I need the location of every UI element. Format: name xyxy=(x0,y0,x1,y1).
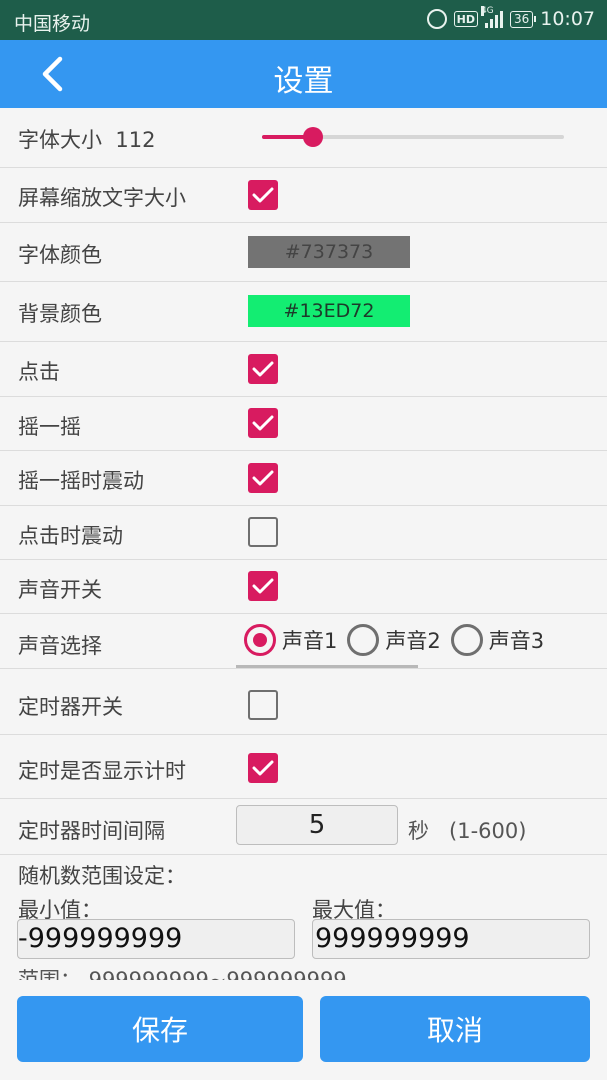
sound-select-label: 声音选择 xyxy=(18,634,102,658)
sound-switch-checkbox[interactable] xyxy=(248,571,278,601)
timer-show-label: 定时是否显示计时 xyxy=(18,759,186,783)
font-size-label-text: 字体大小 xyxy=(18,128,102,152)
network-type: 4G xyxy=(480,6,494,16)
battery-icon: 36 xyxy=(509,10,537,28)
radio-circle xyxy=(244,624,276,656)
random-range-label: 随机数范围设定： xyxy=(18,864,186,888)
check-icon xyxy=(252,470,274,486)
radio-circle xyxy=(347,624,380,656)
setting-row-click-vibrate: 点击时震动 xyxy=(0,506,607,560)
click-label: 点击 xyxy=(18,360,60,384)
timer-switch-label: 定时器开关 xyxy=(18,695,123,719)
sound-radio-3[interactable]: 声音3 xyxy=(450,624,545,656)
setting-row-font-size: 字体大小 112 xyxy=(0,108,607,168)
click-checkbox[interactable] xyxy=(248,354,278,384)
radio-focus-underline xyxy=(236,665,418,668)
slider-thumb[interactable] xyxy=(303,127,324,147)
font-size-slider[interactable] xyxy=(262,127,564,147)
sound-radio-group: 声音1 声音2 声音3 xyxy=(244,624,554,656)
setting-row-timer-interval: 定时器时间间隔 5 秒 (1-600) xyxy=(0,799,607,855)
setting-row-click: 点击 xyxy=(0,342,607,397)
sound-option-label: 声音3 xyxy=(488,629,545,653)
timer-interval-label: 定时器时间间隔 xyxy=(18,819,165,843)
settings-list[interactable]: 字体大小 112 屏幕缩放文字大小 字体颜色 #737373 背景颜色 #13E… xyxy=(0,108,607,980)
setting-row-screen-scale: 屏幕缩放文字大小 xyxy=(0,168,607,223)
max-value-input[interactable]: 999999999 xyxy=(312,919,590,959)
setting-row-shake: 摇一摇 xyxy=(0,397,607,451)
font-size-value: 112 xyxy=(115,128,156,152)
clock: 10:07 xyxy=(540,8,595,30)
setting-row-sound-select: 声音选择 声音1 声音2 声音3 xyxy=(0,614,607,669)
cancel-button[interactable]: 取消 xyxy=(320,996,590,1062)
status-bar: 中国移动 HD 4G 36 10:07 xyxy=(0,0,607,40)
save-button[interactable]: 保存 xyxy=(17,996,303,1062)
check-icon xyxy=(252,760,274,776)
radio-circle xyxy=(450,624,483,656)
shake-vibrate-label: 摇一摇时震动 xyxy=(18,469,144,493)
check-icon xyxy=(252,578,274,594)
sound-option-label: 声音1 xyxy=(282,629,338,653)
check-icon xyxy=(252,187,274,203)
sound-radio-1[interactable]: 声音1 xyxy=(244,624,337,656)
timer-interval-unit: 秒 (1-600) xyxy=(408,815,526,845)
signal-icon: 4G xyxy=(480,6,503,28)
sound-switch-label: 声音开关 xyxy=(18,578,102,602)
alarm-icon xyxy=(426,9,447,29)
status-icons: HD 4G 36 10:07 xyxy=(426,6,595,30)
timer-switch-checkbox[interactable] xyxy=(248,690,278,720)
sound-radio-2[interactable]: 声音2 xyxy=(347,624,441,656)
setting-row-font-color: 字体颜色 #737373 xyxy=(0,223,607,282)
bg-color-label: 背景颜色 xyxy=(18,302,102,326)
font-color-swatch[interactable]: #737373 xyxy=(248,236,410,268)
click-vibrate-checkbox[interactable] xyxy=(248,517,278,547)
font-size-label: 字体大小 112 xyxy=(18,124,155,154)
min-value-input[interactable]: -999999999 xyxy=(17,919,295,959)
carrier-name: 中国移动 xyxy=(14,13,91,35)
screen-scale-checkbox[interactable] xyxy=(248,180,278,210)
shake-vibrate-checkbox[interactable] xyxy=(248,463,278,493)
shake-checkbox[interactable] xyxy=(248,408,278,438)
timer-show-checkbox[interactable] xyxy=(248,753,278,783)
font-color-label: 字体颜色 xyxy=(18,243,102,267)
timer-interval-input[interactable]: 5 xyxy=(236,805,398,845)
sound-option-label: 声音2 xyxy=(385,629,441,653)
setting-row-timer-switch: 定时器开关 xyxy=(0,669,607,735)
app-toolbar: 设置 xyxy=(0,40,607,108)
click-vibrate-label: 点击时震动 xyxy=(18,524,123,548)
setting-row-timer-show: 定时是否显示计时 xyxy=(0,735,607,799)
setting-row-sound-switch: 声音开关 xyxy=(0,560,607,614)
screen-scale-label: 屏幕缩放文字大小 xyxy=(18,186,186,210)
check-icon xyxy=(252,415,274,431)
range-summary: 范围：-999999999~999999999 xyxy=(18,968,347,980)
page-title: 设置 xyxy=(273,64,334,99)
hd-icon: HD xyxy=(453,11,478,27)
interval-range: (1-600) xyxy=(449,819,527,843)
check-icon xyxy=(252,361,274,377)
bg-color-swatch[interactable]: #13ED72 xyxy=(248,295,410,327)
setting-row-shake-vibrate: 摇一摇时震动 xyxy=(0,451,607,506)
shake-label: 摇一摇 xyxy=(18,415,81,439)
unit-seconds: 秒 xyxy=(408,819,429,843)
footer-bar: 保存 取消 xyxy=(0,980,607,1080)
setting-row-bg-color: 背景颜色 #13ED72 xyxy=(0,282,607,342)
battery-level: 36 xyxy=(513,12,530,26)
